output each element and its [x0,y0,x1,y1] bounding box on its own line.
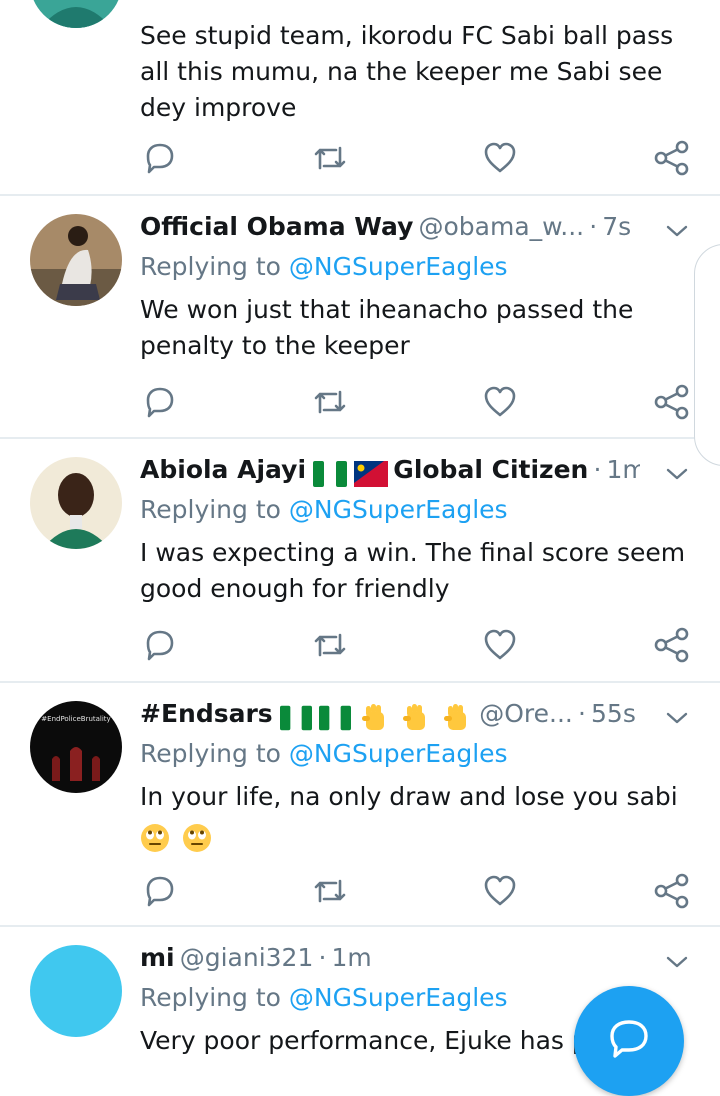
divider [0,194,720,196]
nigeria-flag-icon [318,705,351,730]
display-name[interactable]: Abiola Ajayi [140,455,306,484]
mention-link[interactable]: @NGSuperEagles [289,983,508,1012]
tweet-header: mi @giani321 · 1m [140,943,640,979]
retweet-icon[interactable] [310,871,350,911]
nigeria-flag-icon [313,460,348,487]
user-handle[interactable]: @obama_w... [418,212,584,241]
namibia-flag-icon [354,460,389,487]
side-panel-handle[interactable] [694,244,720,466]
avatar[interactable] [30,457,122,549]
tweet-header: #Endsars @Ore... · 55s [140,699,640,735]
tweet-text: We won just that iheanacho passed the pe… [140,295,634,360]
chevron-down-icon[interactable] [664,705,690,731]
display-name[interactable]: Official Obama Way [140,212,413,241]
tweet-text: See stupid team, ikorodu FC Sabi ball pa… [140,21,674,122]
heart-icon[interactable] [480,138,520,178]
tweet-header: Official Obama Way @obama_w... · 7s [140,212,640,248]
eye-roll-emoji-icon [182,824,211,852]
display-name[interactable]: #Endsars [140,699,273,728]
user-handle[interactable]: @Ore... [479,699,573,728]
mention-link[interactable]: @NGSuperEagles [289,739,508,768]
avatar[interactable] [30,214,122,306]
avatar[interactable] [30,0,122,28]
display-name-suffix[interactable]: Global Citizen [393,455,588,484]
separator-dot: · [577,699,586,728]
raised-fist-icon [444,703,467,730]
separator-dot: · [593,455,602,484]
mention-link[interactable]: @NGSuperEagles [289,252,508,281]
replying-to-label: Replying to [140,495,281,524]
reply-icon[interactable] [140,382,180,422]
mention-link[interactable]: @NGSuperEagles [289,495,508,524]
tweet-emoji-line [140,819,700,855]
replying-to-label: Replying to [140,739,281,768]
separator-dot: · [589,212,598,241]
timestamp[interactable]: 1m [332,943,372,972]
compose-reply-button[interactable] [574,986,684,1096]
share-icon[interactable] [652,138,692,178]
avatar[interactable] [30,945,122,1037]
heart-icon[interactable] [480,382,520,422]
raised-fist-icon [361,703,384,730]
separator-dot: · [318,943,327,972]
timestamp[interactable]: 55s [591,699,636,728]
compose-reply-icon [610,1020,648,1058]
eye-roll-emoji-icon [141,824,169,852]
reply-icon[interactable] [140,138,180,178]
divider [0,925,720,927]
retweet-icon[interactable] [310,625,350,665]
divider [0,437,720,439]
timestamp[interactable]: 7s [602,212,631,241]
chevron-down-icon[interactable] [664,461,690,487]
reply-icon[interactable] [140,871,180,911]
display-name[interactable]: mi [140,943,175,972]
tweet-text: I was expecting a win. The final score s… [140,538,686,603]
raised-fist-icon [403,703,426,730]
replying-to: Replying to @NGSuperEagles [140,252,700,288]
retweet-icon[interactable] [310,382,350,422]
replying-to-label: Replying to [140,983,281,1012]
timestamp[interactable]: 1m [606,455,640,484]
replying-to: Replying to @NGSuperEagles [140,495,700,531]
tweet-header: Abiola Ajayi Global Citizen · 1m [140,455,640,491]
heart-icon[interactable] [480,871,520,911]
user-handle[interactable]: @giani321 [180,943,314,972]
replying-to-label: Replying to [140,252,281,281]
nigeria-flag-icon [279,705,312,730]
share-icon[interactable] [652,382,692,422]
chevron-down-icon[interactable] [664,218,690,244]
divider [0,681,720,683]
share-icon[interactable] [652,625,692,665]
avatar[interactable]: #EndPoliceBrutality [30,701,122,793]
retweet-icon[interactable] [310,138,350,178]
tweet-text: In your life, na only draw and lose you … [140,782,678,811]
heart-icon[interactable] [480,625,520,665]
avatar-caption: #EndPoliceBrutality [41,715,110,723]
chevron-down-icon[interactable] [664,949,690,975]
replying-to: Replying to @NGSuperEagles [140,739,700,775]
share-icon[interactable] [652,871,692,911]
reply-icon[interactable] [140,625,180,665]
